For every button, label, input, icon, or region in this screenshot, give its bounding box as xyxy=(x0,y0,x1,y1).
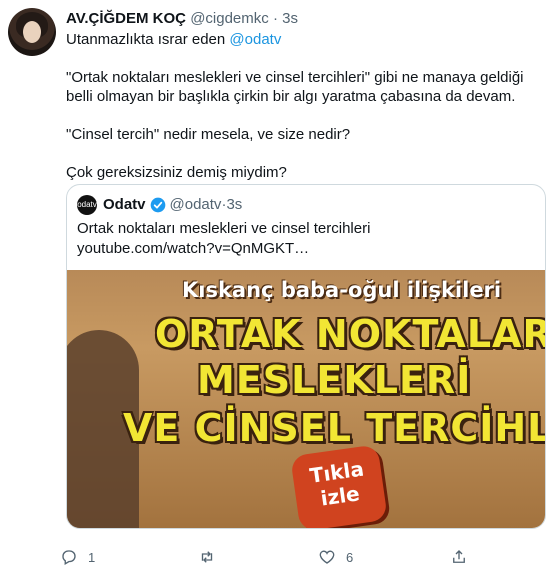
verified-badge-icon xyxy=(150,197,165,213)
media-headline-line-2: MESLEKLERİ xyxy=(197,358,472,402)
share-icon xyxy=(453,550,465,563)
tweet[interactable]: AV.ÇİĞDEM KOÇ @cigdemkc · 3s Utanmazlıkt… xyxy=(0,0,555,569)
quoted-tweet-card[interactable]: odatv Odatv @odatv · 3s Ortak noktaları … xyxy=(66,184,546,529)
tweet-action-bar: 1 6 xyxy=(60,548,540,568)
tweet-paragraph-2: "Cinsel tercih" nedir mesela, ve size ne… xyxy=(66,126,351,143)
heart-icon xyxy=(319,550,335,564)
reply-count: 1 xyxy=(88,549,96,565)
quoted-tweet-header: odatv Odatv @odatv · 3s xyxy=(77,195,242,215)
media-headline-line-3: VE CİNSEL TERCİHLERİ xyxy=(123,406,545,450)
retweet-icon xyxy=(201,551,213,563)
media-click-to-watch-badge: Tıkla izle xyxy=(290,444,388,528)
quoted-tweet-text: Ortak noktaları meslekleri ve cinsel ter… xyxy=(77,220,371,237)
quoted-tweet-media-image[interactable]: Kıskanç baba-oğul ilişkileri ORTAK NOKTA… xyxy=(67,270,546,528)
like-count: 6 xyxy=(346,549,354,565)
quoted-author-name: Odatv xyxy=(103,196,146,213)
quoted-tweet-url[interactable]: youtube.com/watch?v=QnMGKT… xyxy=(77,239,537,259)
retweet-button[interactable] xyxy=(198,548,226,566)
reply-prefix: Utanmazlıkta ısrar eden xyxy=(66,31,226,48)
tweet-paragraph-1: "Ortak noktaları meslekleri ve cinsel te… xyxy=(66,69,524,105)
quoted-author-avatar: odatv xyxy=(77,195,97,215)
quoted-author-handle: @odatv xyxy=(169,196,222,213)
reply-icon xyxy=(62,550,76,565)
share-button[interactable] xyxy=(450,548,468,566)
quoted-tweet-timestamp: 3s xyxy=(226,196,243,213)
author-avatar[interactable] xyxy=(8,8,56,56)
tweet-body: "Ortak noktaları meslekleri ve cinsel te… xyxy=(66,68,536,201)
like-button[interactable]: 6 xyxy=(318,548,353,566)
avatar-face xyxy=(23,21,41,43)
reply-mention-link[interactable]: @odatv xyxy=(229,31,281,48)
media-headline-line-1: ORTAK NOKTALARI xyxy=(155,312,546,356)
tweet-paragraph-3: Çok gereksizsiniz demiş miydim? xyxy=(66,164,287,181)
reply-line: Utanmazlıkta ısrar eden @odatv xyxy=(66,31,281,49)
author-handle[interactable]: @cigdemkc xyxy=(190,10,269,27)
header-separator: · xyxy=(272,10,278,27)
tweet-timestamp[interactable]: 3s xyxy=(282,10,298,27)
tweet-header: AV.ÇİĞDEM KOÇ @cigdemkc · 3s xyxy=(66,10,298,28)
media-subtitle: Kıskanç baba-oğul ilişkileri xyxy=(182,278,502,302)
author-name[interactable]: AV.ÇİĞDEM KOÇ xyxy=(66,10,186,27)
reply-button[interactable]: 1 xyxy=(60,548,95,566)
